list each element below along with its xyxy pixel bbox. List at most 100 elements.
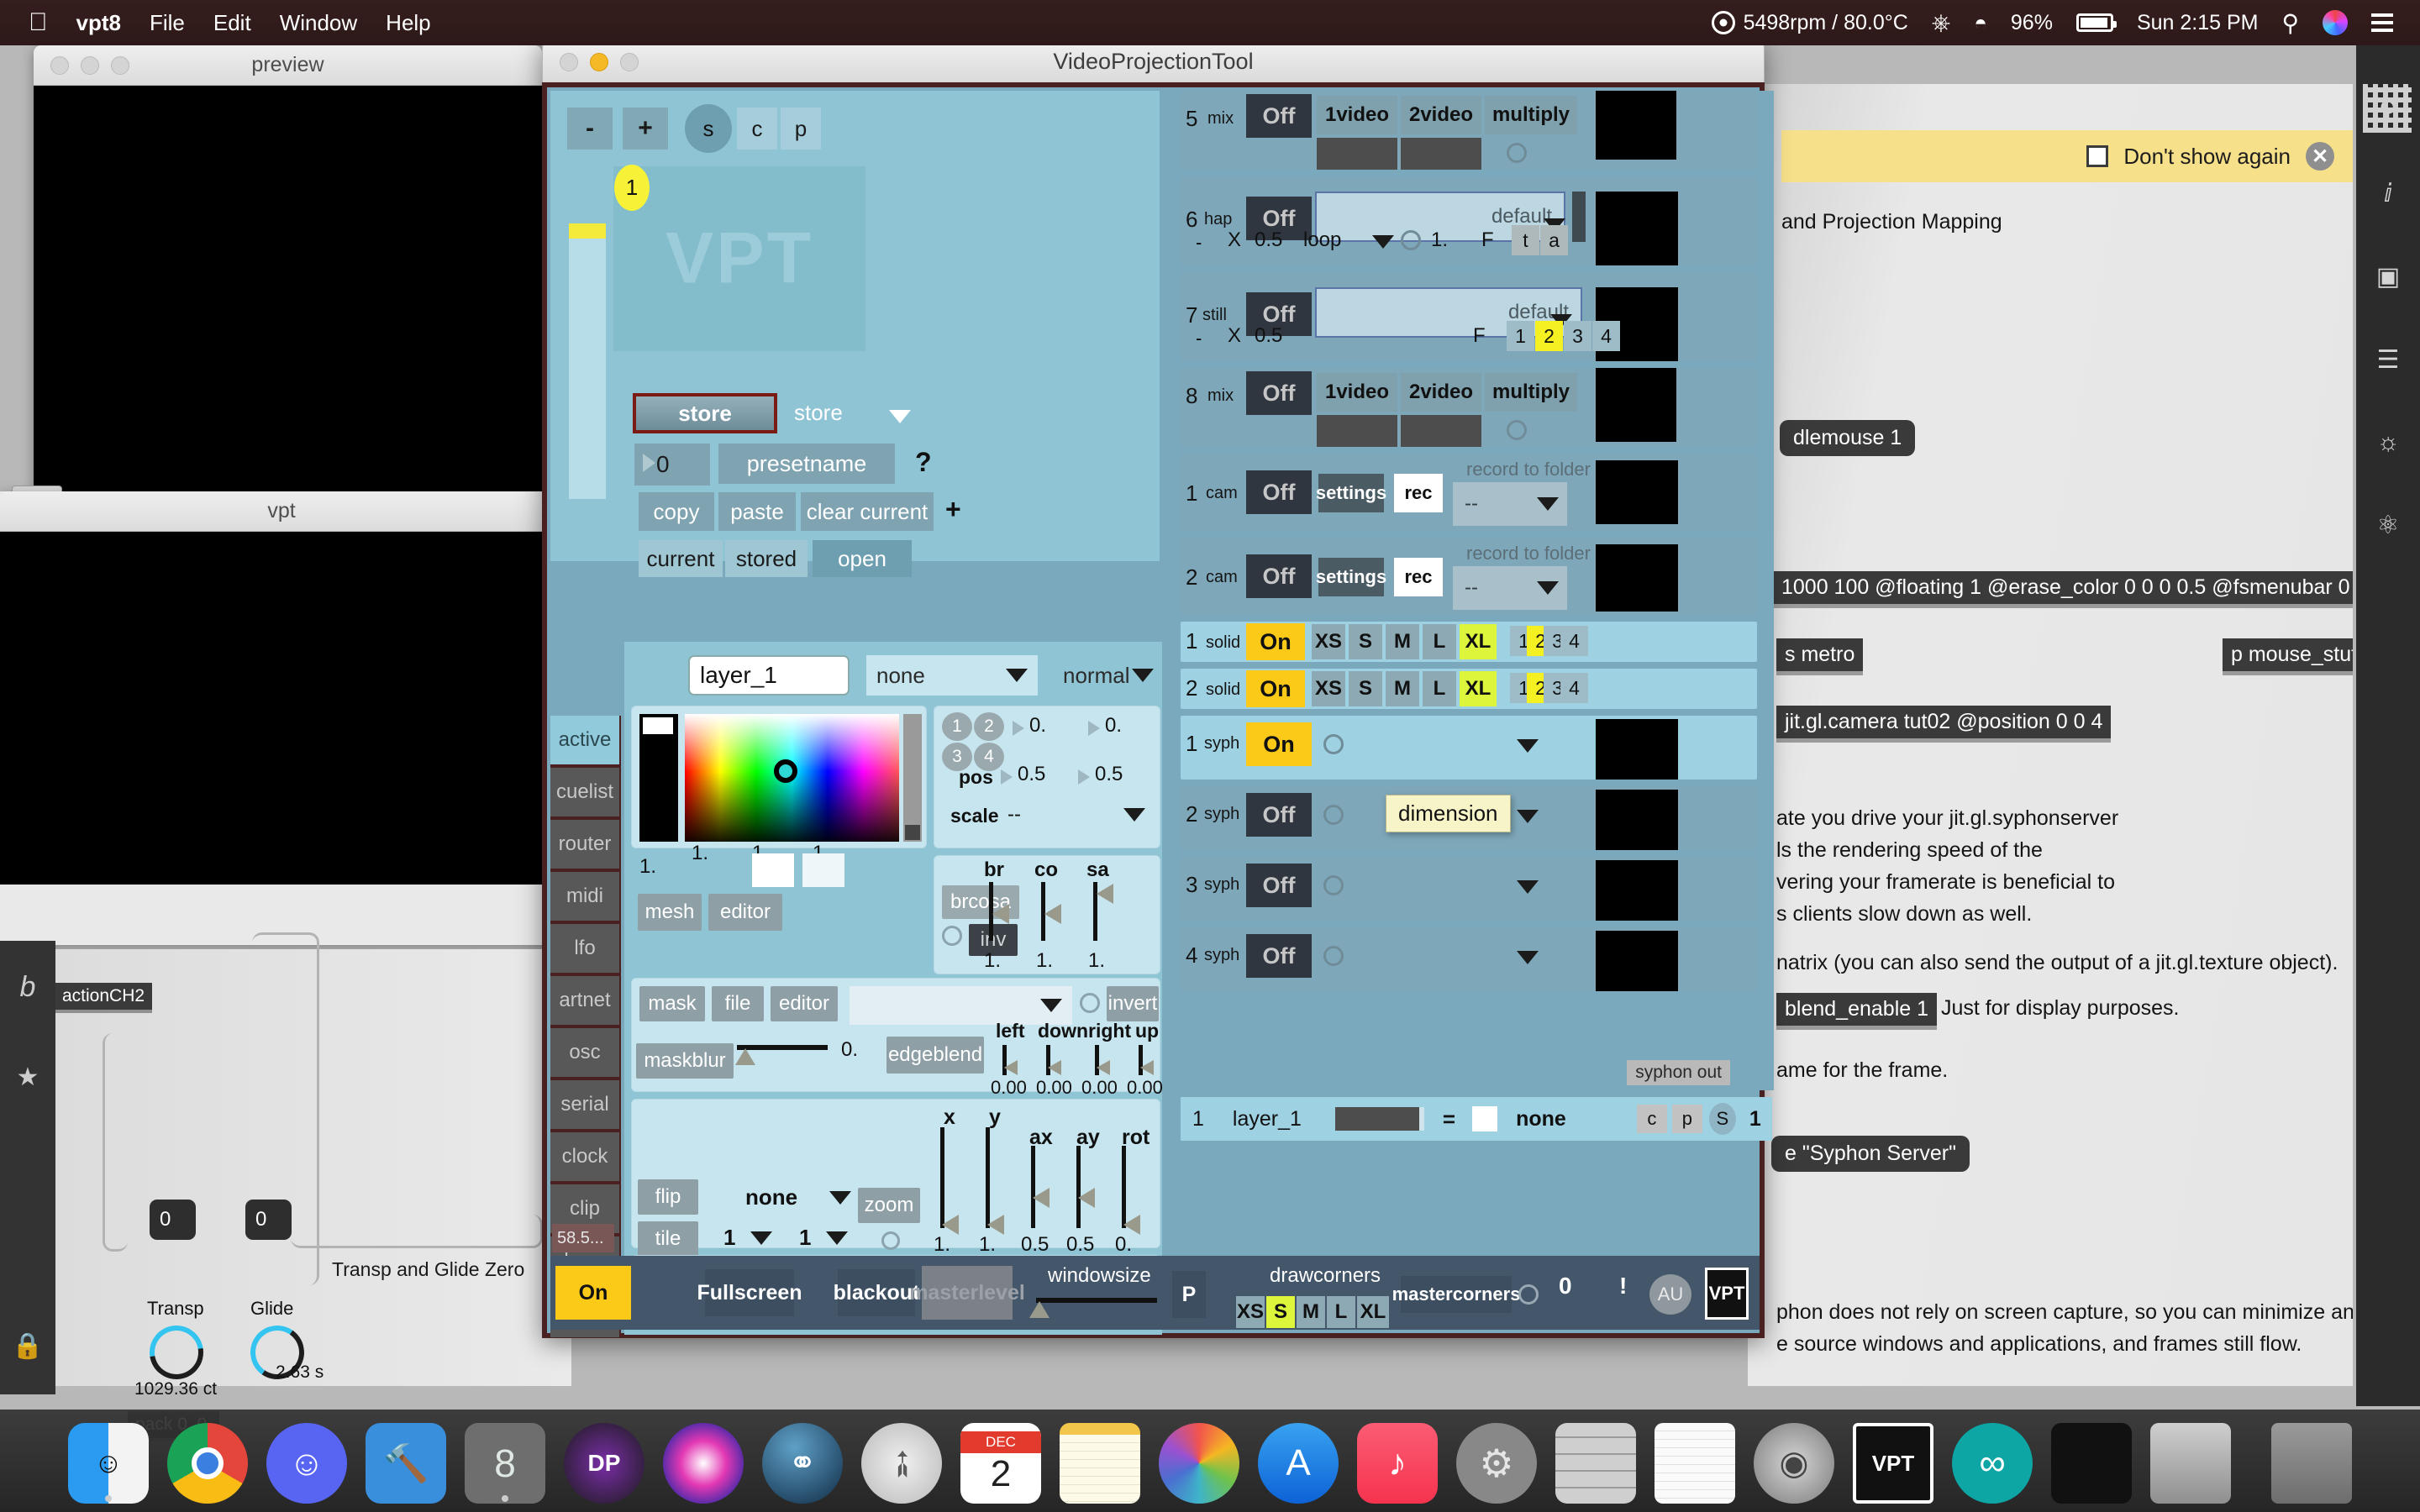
trash-icon[interactable]	[2271, 1423, 2352, 1504]
current-button[interactable]: current	[639, 540, 723, 577]
tile-button[interactable]: tile	[638, 1221, 698, 1257]
paste-button[interactable]: paste	[718, 492, 796, 531]
tile-x-value[interactable]: 1	[723, 1225, 735, 1251]
bluetooth-icon[interactable]: ⎈	[1932, 9, 1950, 37]
alpha-handle[interactable]	[905, 825, 920, 840]
store-button[interactable]: store	[633, 393, 777, 433]
sidebar-item-midi[interactable]: midi	[550, 872, 619, 921]
source-frame-2[interactable]: 2	[1535, 321, 1563, 351]
fan-status[interactable]: 5498rpm / 80.0°C	[1712, 11, 1908, 35]
transform-ay-slider[interactable]	[1076, 1146, 1081, 1228]
color-value-handle[interactable]	[643, 717, 673, 734]
corner-2-button[interactable]: 2	[974, 712, 1004, 741]
sidebar-item-cuelist[interactable]: cuelist	[550, 768, 619, 816]
object-jit-window[interactable]: 1000 100 @floating 1 @erase_color 0 0 0 …	[1773, 571, 2353, 608]
source-thumbnail[interactable]	[1596, 860, 1678, 921]
layer-row-level[interactable]	[1335, 1107, 1424, 1131]
source-thumbnail[interactable]	[1596, 790, 1678, 850]
battery-icon[interactable]	[2076, 13, 2113, 32]
transform-y-value[interactable]: 1.	[979, 1233, 996, 1257]
grid-icon[interactable]	[2363, 84, 2412, 133]
edgeblend-button[interactable]: edgeblend	[886, 1037, 984, 1074]
source-1video-button[interactable]: 1video	[1317, 96, 1397, 134]
drawcorners-s[interactable]: S	[1266, 1296, 1295, 1328]
vpt-render-window[interactable]: vpt	[0, 491, 563, 945]
finder-icon[interactable]: ☺	[68, 1423, 149, 1504]
object-blend-enable[interactable]: blend_enable 1	[1776, 993, 1937, 1030]
syph-toggle[interactable]	[1323, 734, 1344, 754]
source-thumbnail[interactable]	[1596, 719, 1678, 780]
transform-rot-handle[interactable]	[1123, 1215, 1140, 1235]
source-x-value[interactable]: 0.5	[1255, 324, 1282, 348]
sidebar-item-router[interactable]: router	[550, 820, 619, 869]
transform-x-value[interactable]: 1.	[934, 1233, 950, 1257]
presetname-field[interactable]: presetname	[718, 444, 895, 484]
transform-y-slider[interactable]	[986, 1127, 990, 1228]
blackout-button[interactable]: blackout	[838, 1269, 915, 1316]
source-mix-meter-b[interactable]	[1401, 415, 1481, 447]
textedit-icon[interactable]	[1655, 1423, 1735, 1504]
calendar-icon[interactable]: DEC 2	[960, 1423, 1041, 1504]
edgeblend-up-value[interactable]: 0.00	[1127, 1077, 1163, 1099]
projector-button[interactable]: P	[1172, 1271, 1206, 1318]
transform-rot-value[interactable]: 0.	[1115, 1233, 1132, 1257]
source-row-mix-5[interactable]: 5 mix Off 1video 2video multiply	[1181, 91, 1757, 170]
source-row-hap-6[interactable]: 6 hap Off default - X 0.5 loop 1.	[1181, 176, 1757, 265]
store-menu-label[interactable]: store	[794, 400, 843, 426]
message-idlemouse[interactable]: dlemouse 1	[1780, 420, 1915, 456]
source-2video-button[interactable]: 2video	[1401, 373, 1481, 412]
object-jit-gl-camera[interactable]: jit.gl.camera tut02 @position 0 0 4	[1776, 706, 2111, 743]
source-loop-mode[interactable]: loop	[1303, 228, 1341, 252]
number-box-glide[interactable]: 0	[245, 1200, 292, 1240]
br-slider-handle[interactable]	[992, 904, 1009, 924]
transform-ax-value[interactable]: 0.5	[1021, 1233, 1049, 1257]
wifi-icon[interactable]: ◓	[1974, 10, 1987, 36]
pos-y-value[interactable]: 0.5	[1095, 763, 1123, 786]
vlc-icon[interactable]: ◉	[1754, 1423, 1834, 1504]
source-onoff-button[interactable]: Off	[1246, 470, 1312, 514]
corner-x-value[interactable]: 0.	[1029, 714, 1046, 738]
preset-p-button[interactable]: p	[781, 108, 821, 150]
preset-c-button[interactable]: c	[737, 108, 777, 150]
source-1video-button[interactable]: 1video	[1317, 373, 1397, 412]
br-value[interactable]: 1.	[984, 949, 1001, 973]
edgeblend-right-value[interactable]: 0.00	[1081, 1077, 1118, 1099]
cam-settings-button[interactable]: settings	[1318, 474, 1384, 512]
mixer-icon[interactable]	[2150, 1423, 2231, 1504]
transform-y-handle[interactable]	[987, 1215, 1004, 1235]
tile-y-value[interactable]: 1	[799, 1225, 811, 1251]
transform-ay-handle[interactable]	[1078, 1188, 1095, 1208]
right-max-patcher[interactable]: and Projection Mapping dlemouse 1 1000 1…	[1748, 84, 2353, 1386]
preset-plus-button[interactable]: +	[623, 108, 668, 150]
source-frame-4[interactable]: 4	[1592, 321, 1620, 351]
source-x-value[interactable]: 0.5	[1255, 228, 1282, 252]
chevron-down-icon[interactable]	[889, 410, 911, 423]
open-button[interactable]: open	[813, 540, 912, 577]
solid-size-m[interactable]: M	[1386, 624, 1419, 659]
source-frame-3[interactable]: 3	[1564, 321, 1591, 351]
source-onoff-button[interactable]: Off	[1246, 371, 1312, 415]
transform-ax-handle[interactable]	[1033, 1188, 1050, 1208]
source-thumbnail[interactable]	[1596, 91, 1676, 160]
edgeblend-down-handle[interactable]	[1048, 1060, 1061, 1075]
source-onoff-button[interactable]: Off	[1246, 793, 1312, 837]
console-icon[interactable]: ☰	[2377, 345, 2400, 375]
source-thumbnail[interactable]	[1596, 192, 1678, 265]
menu-edit[interactable]: Edit	[213, 10, 251, 36]
music-icon[interactable]: ♪	[1357, 1423, 1438, 1504]
fullscreen-button[interactable]: Fullscreen	[705, 1269, 794, 1316]
sidebar-item-lfo[interactable]: lfo	[550, 924, 619, 973]
solid-size-xl[interactable]: XL	[1460, 624, 1497, 659]
sidebar-item-active[interactable]: active	[550, 716, 619, 764]
source-frame-1[interactable]: 1	[1507, 321, 1534, 351]
source-loop-toggle[interactable]	[1401, 230, 1421, 250]
solid-size-xl[interactable]: XL	[1460, 671, 1497, 706]
source-row-syph-4[interactable]: 4 syph Off	[1181, 927, 1757, 991]
mesh-button[interactable]: mesh	[638, 894, 702, 931]
mastercorners-button[interactable]: mastercorners	[1401, 1276, 1512, 1313]
source-row-syph-1[interactable]: 1 syph On	[1181, 716, 1757, 780]
help-button[interactable]: ?	[915, 447, 932, 478]
sidebar-item-osc[interactable]: osc	[550, 1028, 619, 1077]
source-list-panel[interactable]: 5 mix Off 1video 2video multiply 6 hap O…	[1169, 91, 1774, 1090]
steam-icon[interactable]: ⚭	[762, 1423, 843, 1504]
